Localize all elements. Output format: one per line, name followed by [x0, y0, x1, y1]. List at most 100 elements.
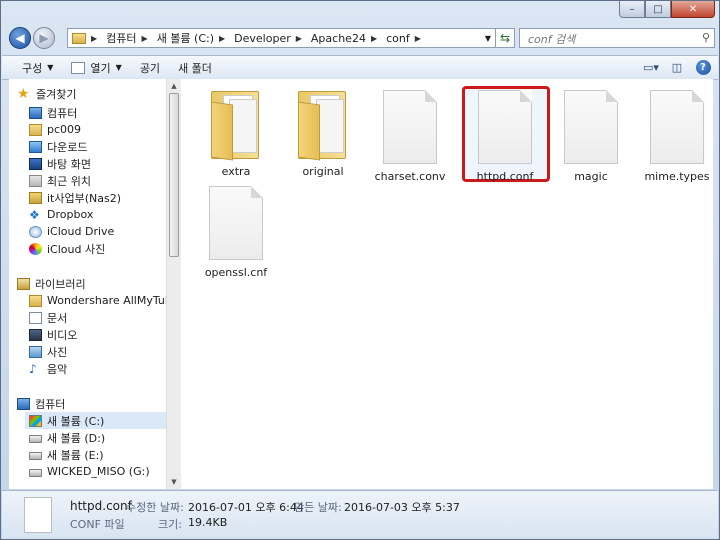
sidebar-item-nas2[interactable]: it사업부(Nas2) [29, 189, 165, 206]
file-item-extra[interactable]: extra [196, 85, 276, 178]
new-folder-button[interactable]: 새 폴더 [169, 56, 221, 79]
sidebar-item-music[interactable]: ♪ 음악 [29, 360, 165, 377]
maximize-button[interactable]: □ [645, 1, 671, 18]
sidebar-item-icloud-photos[interactable]: iCloud 사진 [29, 240, 165, 257]
sidebar-item-label: 새 볼륨 (E:) [47, 448, 104, 462]
help-button[interactable]: ? [692, 58, 714, 76]
details-size-value: 19.4KB [188, 516, 228, 529]
sidebar-item-desktop[interactable]: 바탕 화면 [29, 155, 165, 172]
sidebar-item-downloads[interactable]: 다운로드 [29, 138, 165, 155]
icloud-drive-icon [29, 225, 42, 238]
breadcrumb-apache24[interactable]: Apache24 [308, 32, 369, 45]
details-size-label: 크기: [158, 518, 182, 531]
breadcrumb-separator-icon[interactable]: ▶ [140, 34, 154, 43]
address-dropdown-icon[interactable]: ▼ [481, 28, 495, 48]
dropdown-arrow-icon: ▼ [115, 63, 122, 72]
details-modified-label: 수정한 날짜: [126, 501, 184, 514]
scroll-up-icon[interactable]: ▲ [167, 79, 181, 93]
sidebar-libraries-header[interactable]: 라이브러리 [17, 275, 165, 292]
refresh-icon: ⇆ [499, 31, 511, 45]
sidebar-item-drive-d[interactable]: 새 볼륨 (D:) [29, 429, 165, 446]
dropdown-arrow-icon: ▼ [47, 63, 54, 72]
refresh-button[interactable]: ⇆ [495, 28, 515, 48]
search-icon[interactable]: ⚲ [702, 31, 710, 44]
file-name: magic [574, 170, 608, 183]
sidebar-item-label: 음악 [47, 362, 68, 376]
scrollbar-thumb[interactable] [169, 93, 179, 257]
file-item-mime-types[interactable]: mime.types [637, 90, 717, 183]
sidebar-item-label: 최근 위치 [47, 174, 91, 188]
sidebar-scrollbar[interactable]: ▲ ▼ [166, 79, 181, 489]
drive-icon [29, 451, 42, 460]
breadcrumb-conf[interactable]: conf [383, 32, 413, 45]
breadcrumb-separator-icon[interactable]: ▶ [217, 34, 231, 43]
file-item-original[interactable]: original [283, 85, 363, 178]
minimize-button[interactable]: – [619, 1, 645, 18]
explorer-window: – □ ✕ ◀ ▶ ▶ 컴퓨터 ▶ 새 볼륨 (C:) ▶ Developer … [0, 0, 720, 540]
file-item-httpd-conf[interactable]: httpd.conf [465, 90, 545, 183]
computer-icon [29, 106, 42, 119]
breadcrumb-separator-icon[interactable]: ▶ [369, 34, 383, 43]
sidebar-item-allmytube[interactable]: Wondershare AllMyTube [29, 292, 179, 309]
sidebar-item-recent[interactable]: 최근 위치 [29, 172, 165, 189]
back-arrow-icon: ◀ [15, 31, 25, 45]
open-label: 열기 [90, 61, 111, 75]
sidebar-computer-header[interactable]: 컴퓨터 [17, 395, 165, 412]
file-name: httpd.conf [476, 170, 534, 183]
view-icon: ▭▾ [643, 60, 659, 74]
command-bar: 구성 ▼ 열기 ▼ 공기 새 폴더 ▭▾ ◫ ? [2, 55, 718, 80]
forward-arrow-icon: ▶ [39, 31, 49, 45]
sidebar-item-pictures[interactable]: 사진 [29, 343, 165, 360]
os-drive-icon [29, 414, 42, 427]
breadcrumb-computer[interactable]: 컴퓨터 [103, 30, 139, 46]
sidebar-item-label: 즐겨찾기 [36, 87, 77, 101]
sidebar-item-computer[interactable]: 컴퓨터 [29, 104, 165, 121]
sidebar-item-label: 비디오 [47, 328, 78, 342]
file-item-charset-conv[interactable]: charset.conv [370, 90, 450, 183]
document-icon [478, 90, 532, 164]
file-item-magic[interactable]: magic [551, 90, 631, 183]
share-button[interactable]: 공기 [131, 56, 169, 79]
document-icon [209, 186, 263, 260]
details-pane: httpd.conf CONF 파일 수정한 날짜: 2016-07-01 오후… [2, 490, 718, 539]
forward-button[interactable]: ▶ [33, 27, 55, 49]
search-box[interactable]: ⚲ [519, 28, 715, 48]
breadcrumb-drive-c[interactable]: 새 볼륨 (C:) [154, 30, 217, 46]
file-name: mime.types [644, 170, 710, 183]
sidebar-item-pc009[interactable]: pc009 [29, 121, 165, 138]
sidebar-item-label: iCloud Drive [47, 225, 115, 238]
breadcrumb-separator-icon[interactable]: ▶ [413, 34, 427, 43]
open-button[interactable]: 열기 ▼ [62, 56, 130, 79]
sidebar-item-label: 새 볼륨 (C:) [47, 414, 105, 428]
sidebar-item-drive-e[interactable]: 새 볼륨 (E:) [29, 446, 165, 463]
breadcrumb-separator-icon[interactable]: ▶ [294, 34, 308, 43]
close-button[interactable]: ✕ [671, 1, 715, 18]
scroll-down-icon[interactable]: ▼ [167, 475, 181, 489]
sidebar-item-drive-c[interactable]: 새 볼륨 (C:) [25, 412, 166, 429]
window-controls: – □ ✕ [619, 1, 715, 18]
breadcrumb-separator-icon[interactable]: ▶ [89, 34, 103, 43]
desktop-icon [29, 157, 42, 170]
sidebar-item-icloud-drive[interactable]: iCloud Drive [29, 223, 165, 240]
preview-pane-button[interactable]: ◫ [666, 58, 688, 76]
file-name: charset.conv [374, 170, 446, 183]
sidebar-item-videos[interactable]: 비디오 [29, 326, 165, 343]
preview-pane-icon: ◫ [671, 60, 683, 74]
file-item-openssl-cnf[interactable]: openssl.cnf [196, 186, 276, 279]
organize-button[interactable]: 구성 ▼ [2, 56, 62, 79]
sidebar-item-dropbox[interactable]: ❖ Dropbox [29, 206, 165, 223]
sidebar-item-documents[interactable]: 문서 [29, 309, 165, 326]
address-bar[interactable]: ▶ 컴퓨터 ▶ 새 볼륨 (C:) ▶ Developer ▶ Apache24… [67, 28, 513, 48]
sidebar-item-drive-g[interactable]: WICKED_MISO (G:) [29, 463, 165, 480]
details-file-name: httpd.conf [70, 499, 132, 513]
back-button[interactable]: ◀ [9, 27, 31, 49]
view-options-button[interactable]: ▭▾ [640, 58, 662, 76]
videos-icon [29, 328, 42, 341]
file-name: extra [221, 165, 251, 178]
document-icon [24, 497, 52, 533]
navigation-bar: ◀ ▶ ▶ 컴퓨터 ▶ 새 볼륨 (C:) ▶ Developer ▶ Apac… [7, 27, 715, 53]
sidebar-favorites-header[interactable]: ★ 즐겨찾기 [17, 85, 165, 102]
sidebar-item-label: pc009 [47, 123, 82, 136]
search-input[interactable] [526, 30, 700, 48]
breadcrumb-developer[interactable]: Developer [231, 32, 294, 45]
